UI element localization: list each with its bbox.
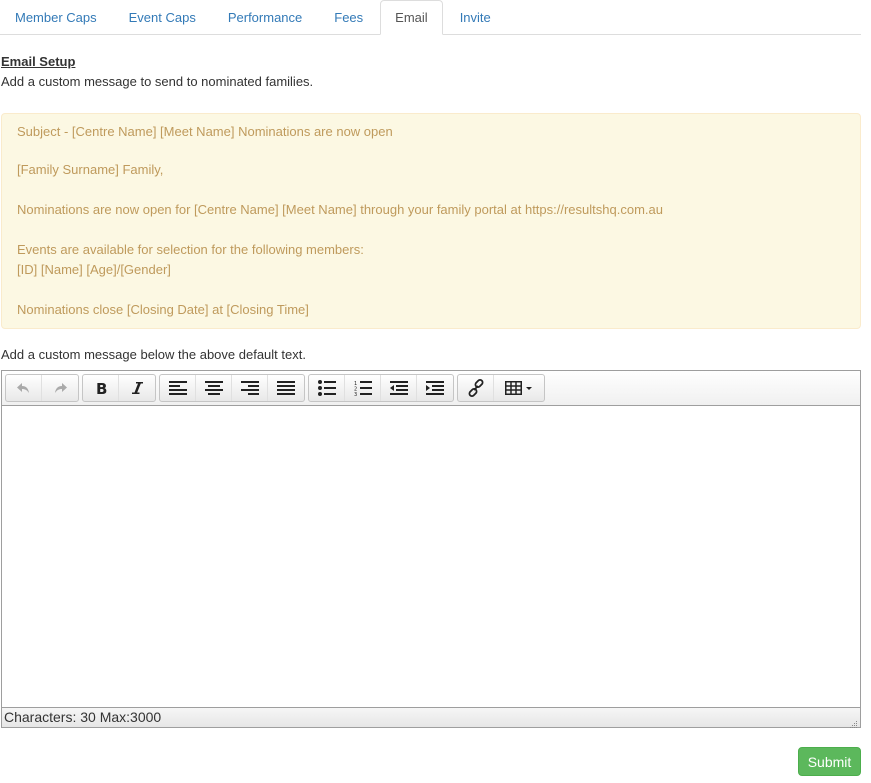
redo-button[interactable] <box>42 375 78 401</box>
resize-handle-icon[interactable] <box>848 715 858 728</box>
format-group: B <box>82 374 156 402</box>
insert-group <box>457 374 545 402</box>
editor-toolbar: B 1 2 3 <box>2 371 860 406</box>
template-member-line: [ID] [Name] [Age]/[Gender] <box>17 262 171 277</box>
bullet-list-icon <box>317 380 336 396</box>
tab-invite[interactable]: Invite <box>445 0 506 34</box>
bullet-list-button[interactable] <box>309 375 345 401</box>
align-center-icon <box>204 381 223 395</box>
custom-message-label: Add a custom message below the above def… <box>1 347 306 362</box>
section-description: Add a custom message to send to nominate… <box>1 74 314 89</box>
align-center-button[interactable] <box>196 375 232 401</box>
tab-fees[interactable]: Fees <box>319 0 378 34</box>
outdent-icon <box>389 381 408 395</box>
undo-icon <box>16 380 32 396</box>
svg-text:B: B <box>96 380 107 396</box>
link-icon <box>467 379 485 397</box>
italic-button[interactable] <box>119 375 155 401</box>
indent-button[interactable] <box>417 375 453 401</box>
numbered-list-button[interactable]: 123 <box>345 375 381 401</box>
tab-bar: Member Caps Event Caps Performance Fees … <box>0 0 861 35</box>
tab-performance[interactable]: Performance <box>213 0 317 34</box>
template-subject: Subject - [Centre Name] [Meet Name] Nomi… <box>17 124 393 139</box>
outdent-button[interactable] <box>381 375 417 401</box>
align-left-button[interactable] <box>160 375 196 401</box>
align-left-icon <box>168 381 187 395</box>
character-count: Characters: 30 Max:3000 <box>4 709 162 725</box>
indent-icon <box>426 381 444 395</box>
table-icon <box>505 381 533 395</box>
undo-button[interactable] <box>6 375 42 401</box>
table-button[interactable] <box>494 375 544 401</box>
redo-icon <box>52 380 68 396</box>
tab-email[interactable]: Email <box>380 0 443 35</box>
editor-statusbar: Characters: 30 Max:3000 <box>2 707 860 728</box>
align-group <box>159 374 305 402</box>
submit-button[interactable]: Submit <box>798 747 861 776</box>
bold-icon: B <box>93 380 109 396</box>
editor-content-area[interactable] <box>2 406 860 707</box>
template-body: Nominations are now open for [Centre Nam… <box>17 202 663 217</box>
svg-text:3: 3 <box>354 392 357 396</box>
default-template-box: Subject - [Centre Name] [Meet Name] Nomi… <box>1 113 861 329</box>
section-title: Email Setup <box>1 54 76 69</box>
link-button[interactable] <box>458 375 494 401</box>
align-justify-icon <box>277 381 295 395</box>
template-greeting: [Family Surname] Family, <box>17 162 164 177</box>
tab-member-caps[interactable]: Member Caps <box>0 0 112 34</box>
align-right-button[interactable] <box>232 375 268 401</box>
align-right-icon <box>240 381 259 395</box>
numbered-list-icon: 123 <box>354 380 372 396</box>
custom-message-editor: B 1 2 3 Characters: 30 Max:3000 <box>1 370 861 728</box>
italic-icon <box>129 380 145 396</box>
bold-button[interactable]: B <box>83 375 119 401</box>
list-group: 123 <box>308 374 454 402</box>
template-closing: Nominations close [Closing Date] at [Clo… <box>17 302 309 317</box>
template-events-intro: Events are available for selection for t… <box>17 242 364 257</box>
align-justify-button[interactable] <box>268 375 304 401</box>
tab-event-caps[interactable]: Event Caps <box>114 0 211 34</box>
history-group <box>5 374 79 402</box>
